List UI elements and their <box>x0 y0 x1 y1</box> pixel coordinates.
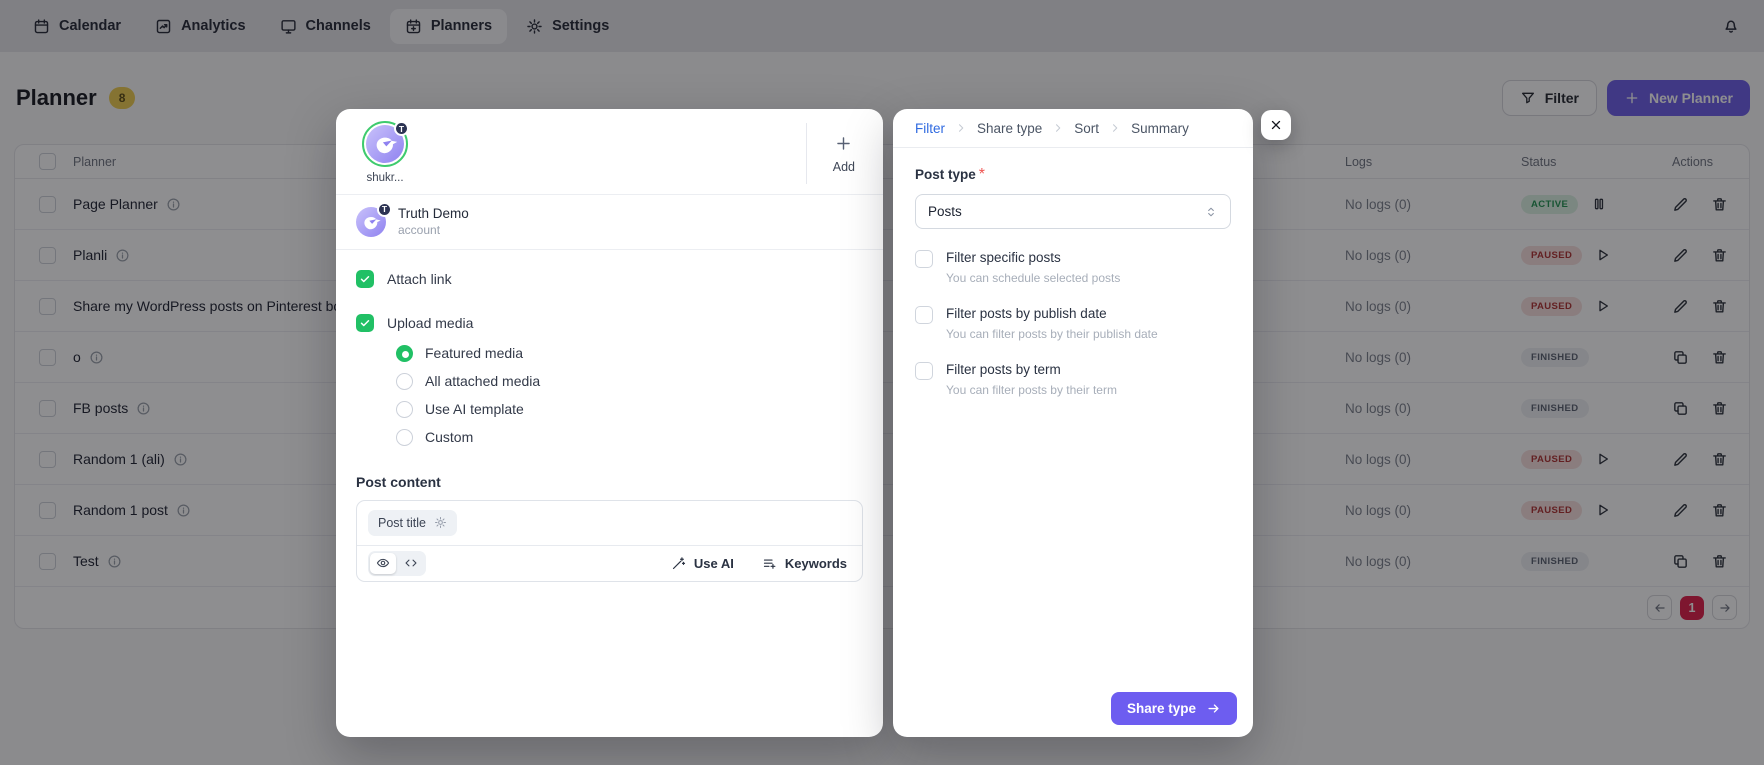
radio-button[interactable] <box>396 344 413 362</box>
keywords-button[interactable]: Keywords <box>762 556 847 571</box>
updown-icon <box>1204 205 1218 219</box>
radio-button[interactable] <box>396 372 413 390</box>
breadcrumb-sort[interactable]: Sort <box>1074 121 1099 136</box>
close-icon <box>1269 118 1283 132</box>
attach-link-checkbox[interactable] <box>356 269 374 288</box>
add-channel-label: Add <box>832 159 855 174</box>
chevron-right-icon <box>1052 122 1064 134</box>
post-type-select[interactable]: Posts <box>915 194 1231 229</box>
filter-option-description: You can schedule selected posts <box>946 271 1121 285</box>
post-type-label: Post type <box>915 167 976 182</box>
post-settings-panel: T shukr... Add T Truth Demo account Atta… <box>336 109 883 737</box>
attach-link-option[interactable]: Attach link <box>356 269 863 288</box>
filter-option-label: Filter specific posts <box>946 250 1061 265</box>
keywords-icon <box>762 556 777 571</box>
use-ai-button[interactable]: Use AI <box>671 556 734 571</box>
check-icon <box>359 317 371 329</box>
channel-name: shukr... <box>366 172 404 184</box>
radio-custom[interactable]: Custom <box>396 428 863 446</box>
post-title-token[interactable]: Post title <box>368 509 457 536</box>
filter-option-label: Filter posts by term <box>946 362 1061 377</box>
radio-all-attached-media[interactable]: All attached media <box>396 372 863 390</box>
required-asterisk: * <box>978 166 985 183</box>
eye-icon <box>376 556 390 570</box>
check-icon <box>359 273 371 285</box>
filter-term-option[interactable]: Filter posts by term You can filter post… <box>915 362 1231 397</box>
account-row[interactable]: T Truth Demo account <box>336 195 883 250</box>
breadcrumb-filter[interactable]: Filter <box>915 121 945 136</box>
breadcrumb-summary[interactable]: Summary <box>1131 121 1189 136</box>
radio-button[interactable] <box>396 428 413 446</box>
keywords-label: Keywords <box>784 555 847 571</box>
filter-specific-posts-checkbox[interactable] <box>915 250 933 268</box>
add-channel-button[interactable]: Add <box>805 123 863 184</box>
filter-publish-date-option[interactable]: Filter posts by publish date You can fil… <box>915 306 1231 341</box>
breadcrumb-share-type[interactable]: Share type <box>977 121 1042 136</box>
account-type: account <box>398 222 441 237</box>
post-content-editor[interactable]: Post title Use AI Keywords <box>356 499 863 582</box>
filter-option-description: You can filter posts by their publish da… <box>946 327 1158 341</box>
post-type-value: Posts <box>928 204 962 219</box>
attach-link-label: Attach link <box>387 270 452 287</box>
wand-icon <box>671 556 686 571</box>
gear-icon[interactable] <box>434 516 447 529</box>
channel-item-selected[interactable]: T shukr... <box>356 121 414 184</box>
platform-badge: T <box>377 201 392 217</box>
planner-wizard-modal: T shukr... Add T Truth Demo account Atta… <box>0 0 1764 765</box>
code-icon <box>404 556 418 570</box>
radio-label: All attached media <box>425 373 541 390</box>
filter-option-description: You can filter posts by their term <box>946 383 1117 397</box>
post-title-token-label: Post title <box>378 515 426 530</box>
use-ai-label: Use AI <box>693 555 734 571</box>
chevron-right-icon <box>955 122 967 134</box>
share-type-label: Share type <box>1126 701 1196 716</box>
upload-media-option[interactable]: Upload media <box>356 313 863 332</box>
radio-label: Custom <box>425 429 474 446</box>
plus-icon <box>834 134 853 153</box>
preview-mode-button[interactable] <box>370 552 396 574</box>
channel-avatar: T <box>362 121 409 167</box>
share-type-next-button[interactable]: Share type <box>1110 692 1237 725</box>
editor-toolbar: Use AI Keywords <box>357 544 862 581</box>
arrow-right-icon <box>1206 701 1221 716</box>
radio-use-ai-template[interactable]: Use AI template <box>396 400 863 418</box>
filter-step-panel: Filter Share type Sort Summary Post type… <box>893 109 1253 737</box>
upload-media-checkbox[interactable] <box>356 313 374 332</box>
chevron-right-icon <box>1109 122 1121 134</box>
modal-close-button[interactable] <box>1261 110 1291 140</box>
filter-publish-date-checkbox[interactable] <box>915 306 933 324</box>
radio-label: Use AI template <box>425 401 524 418</box>
wizard-breadcrumb: Filter Share type Sort Summary <box>893 109 1253 148</box>
radio-featured-media[interactable]: Featured media <box>396 344 863 362</box>
code-mode-button[interactable] <box>398 553 424 574</box>
account-name: Truth Demo <box>398 206 469 221</box>
filter-specific-posts-option[interactable]: Filter specific posts You can schedule s… <box>915 250 1231 285</box>
account-avatar: T <box>356 201 392 237</box>
editor-mode-switch <box>368 550 426 576</box>
channel-picker: T shukr... Add <box>336 109 883 195</box>
filter-option-label: Filter posts by publish date <box>946 306 1107 321</box>
upload-media-label: Upload media <box>387 314 474 331</box>
platform-badge: T <box>394 121 409 136</box>
radio-label: Featured media <box>425 345 524 362</box>
post-content-heading: Post content <box>356 473 441 490</box>
media-choice-group: Featured media All attached media Use AI… <box>396 344 863 446</box>
filter-term-checkbox[interactable] <box>915 362 933 380</box>
radio-button[interactable] <box>396 400 413 418</box>
